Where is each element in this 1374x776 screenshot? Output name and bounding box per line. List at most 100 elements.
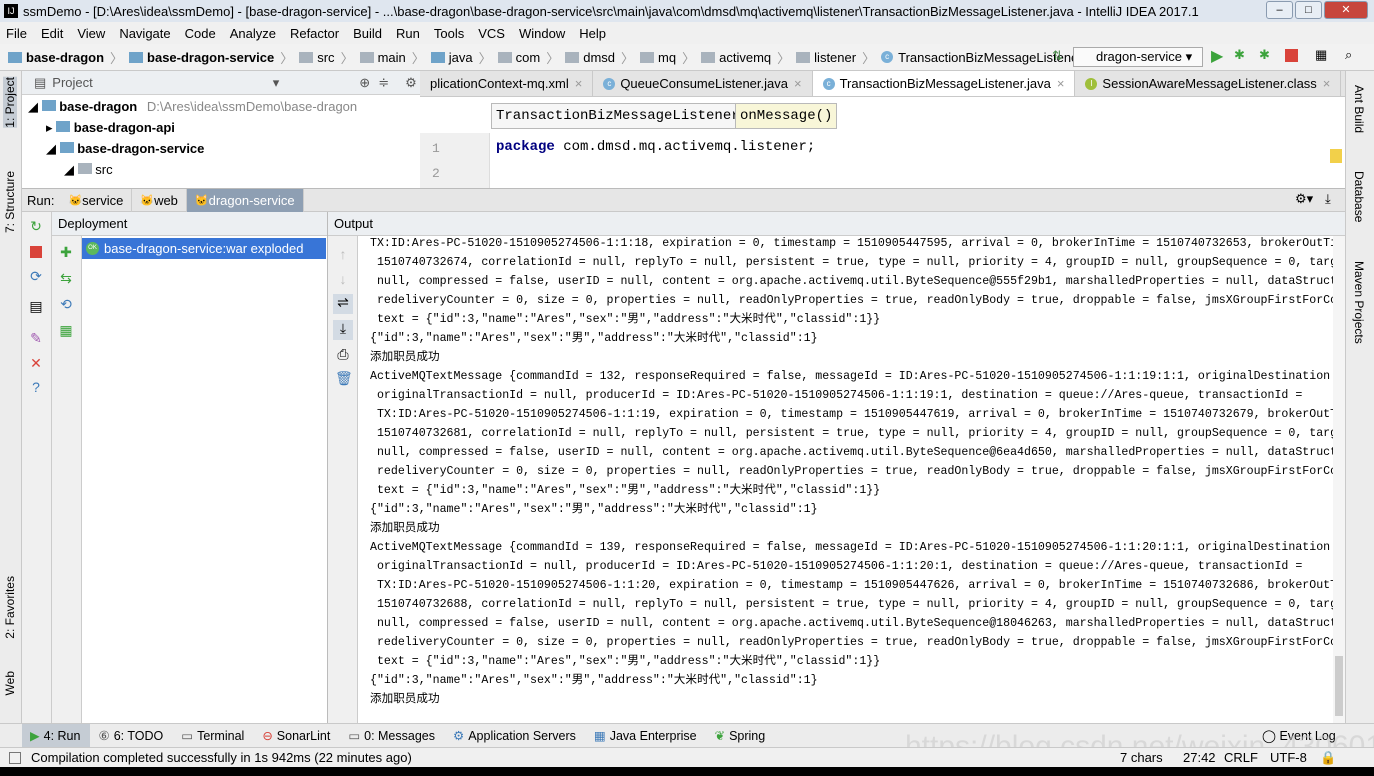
tool-tab-maven[interactable]: Maven Projects [1352, 261, 1366, 344]
soft-wrap-icon[interactable]: ⇌ [333, 294, 353, 314]
breadcrumb-item[interactable]: base-dragon 〉 [8, 48, 123, 67]
run-tab-web[interactable]: 🐱 web [132, 188, 187, 212]
run-tab-dragon-service[interactable]: 🐱 dragon-service [186, 188, 304, 212]
refresh-icon[interactable]: ⟲ [58, 296, 74, 312]
coverage-icon[interactable]: ✱ [1259, 47, 1270, 63]
menu-view[interactable]: View [77, 26, 105, 41]
stop-icon[interactable] [1285, 49, 1298, 62]
vcs-update-icon[interactable]: ⇅ [1052, 48, 1063, 64]
editor-tab[interactable]: c TransactionBizMessageListener.java × [812, 71, 1076, 96]
line-separator[interactable]: CRLF [1224, 748, 1258, 768]
close-button[interactable]: ✕ [1324, 1, 1368, 19]
undeploy-icon[interactable]: ⇆ [58, 270, 74, 286]
down-arrow-icon[interactable]: ↓ [335, 271, 351, 287]
breadcrumb-item[interactable]: dmsd 〉 [565, 48, 634, 67]
minimize-button[interactable]: – [1266, 1, 1293, 19]
console-output[interactable]: TX:ID:Ares-PC-51020-1510905274506-1:1:18… [370, 234, 1340, 723]
menu-help[interactable]: Help [579, 26, 606, 41]
run-tab-service[interactable]: 🐱 service [60, 188, 133, 212]
tool-tab-favorites[interactable]: 2: Favorites [3, 576, 17, 639]
bottom-tab[interactable]: ❦ Spring [707, 724, 776, 747]
tool-tab-web[interactable]: Web [3, 671, 17, 695]
debug-icon[interactable]: ✱ [1234, 47, 1245, 63]
breadcrumb-item[interactable]: com 〉 [497, 48, 559, 67]
tree-item-src[interactable]: ◢ src [64, 162, 113, 178]
update-icon[interactable]: ⟳ [28, 268, 44, 284]
menu-build[interactable]: Build [353, 26, 382, 41]
menu-edit[interactable]: Edit [41, 26, 63, 41]
menu-window[interactable]: Window [519, 26, 565, 41]
editor-tab[interactable]: I SessionAwareMessageListener.class × [1075, 71, 1342, 96]
bottom-tab[interactable]: ⑥ 6: TODO [90, 724, 173, 747]
breadcrumb-item[interactable]: mq 〉 [640, 48, 695, 67]
bottom-tab[interactable]: ▶ 4: Run [22, 724, 91, 747]
menu-analyze[interactable]: Analyze [230, 26, 276, 41]
tool-tab-ant-build[interactable]: Ant Build [1352, 85, 1366, 133]
clear-icon[interactable]: 🗑 [335, 370, 353, 386]
layout-icon[interactable]: ▤ [28, 298, 44, 314]
print-icon[interactable]: ⎙ [335, 346, 351, 362]
menu-run[interactable]: Run [396, 26, 420, 41]
breadcrumb-item[interactable]: base-dragon-service 〉 [129, 48, 293, 67]
tool-tab-project[interactable]: 1: Project [3, 77, 17, 128]
tree-item-base-dragon-service[interactable]: ◢ base-dragon-service [46, 141, 204, 157]
gear-icon[interactable]: ⚙ [405, 75, 417, 91]
close-tab-icon[interactable]: × [1323, 76, 1331, 91]
project-title[interactable]: Project [52, 75, 92, 90]
tool-tab-structure[interactable]: 7: Structure [3, 171, 17, 233]
breadcrumb-item[interactable]: listener 〉 [796, 48, 875, 67]
editor-crumb-class[interactable]: TransactionBizMessageListener [491, 103, 745, 129]
editor-tab[interactable]: c QueueConsumeListener.java × [593, 71, 813, 96]
scroll-to-end-icon[interactable]: ⤓ [333, 320, 353, 340]
run-icon[interactable]: ▶ [1211, 46, 1223, 66]
up-arrow-icon[interactable]: ↑ [335, 246, 351, 262]
menu-code[interactable]: Code [185, 26, 216, 41]
menu-vcs[interactable]: VCS [478, 26, 505, 41]
stop-icon[interactable] [30, 246, 42, 258]
tool-tab-database[interactable]: Database [1352, 171, 1366, 222]
deployment-item[interactable]: OK base-dragon-service:war exploded [82, 238, 326, 259]
help-icon[interactable]: ? [28, 379, 44, 395]
menu-refactor[interactable]: Refactor [290, 26, 339, 41]
menu-tools[interactable]: Tools [434, 26, 464, 41]
encoding[interactable]: UTF-8 [1270, 748, 1307, 768]
hide-panel-icon[interactable]: ⤓ [1325, 191, 1331, 207]
artifacts-icon[interactable]: ▦ [58, 322, 74, 338]
search-icon[interactable]: ⌕ [1345, 47, 1352, 63]
breadcrumb-item[interactable]: src 〉 [299, 48, 354, 67]
output-scrollbar[interactable] [1333, 236, 1345, 723]
tree-item-base-dragon[interactable]: ◢ base-dragon D:\Ares\idea\ssmDemo\base-… [28, 99, 357, 115]
editor-crumb-method[interactable]: onMessage() [735, 103, 838, 129]
cursor-position[interactable]: 27:42 [1183, 748, 1216, 768]
close-icon[interactable]: ✕ [28, 355, 44, 371]
close-tab-icon[interactable]: × [1057, 76, 1065, 91]
breadcrumb-item[interactable]: java 〉 [430, 48, 492, 67]
close-tab-icon[interactable]: × [575, 76, 583, 91]
inspection-marker[interactable] [1330, 149, 1342, 163]
bottom-tab[interactable]: ⚙ Application Servers [445, 724, 586, 747]
bottom-tab[interactable]: ▦ Java Enterprise [586, 724, 707, 747]
menu-navigate[interactable]: Navigate [119, 26, 170, 41]
breadcrumb-item[interactable]: cTransactionBizMessageListener〉 [881, 48, 1102, 67]
run-configuration-select[interactable]: dragon-service ▾ [1073, 47, 1203, 67]
collapse-icon[interactable]: ≑ [378, 75, 389, 91]
lock-icon[interactable]: 🔒 [1320, 748, 1336, 768]
close-tab-icon[interactable]: × [794, 76, 802, 91]
breadcrumb-item[interactable]: activemq 〉 [701, 48, 790, 67]
menu-file[interactable]: File [6, 26, 27, 41]
maximize-button[interactable]: □ [1295, 1, 1322, 19]
bottom-tab[interactable]: ⊖ SonarLint [254, 724, 340, 747]
pin-icon[interactable]: ✎ [28, 330, 44, 346]
deploy-icon[interactable]: ✚ [58, 244, 74, 260]
code-line-1[interactable]: package com.dmsd.mq.activemq.listener; [496, 139, 815, 155]
locate-icon[interactable]: ⊕ [359, 75, 370, 91]
project-structure-icon[interactable]: ▦ [1315, 47, 1327, 63]
breadcrumb-item[interactable]: main 〉 [359, 48, 425, 67]
tree-item-base-dragon-api[interactable]: ▸ base-dragon-api [46, 120, 175, 136]
bottom-tab[interactable]: ▭ 0: Messages [340, 724, 445, 747]
bottom-tab[interactable]: ▭ Terminal [173, 724, 254, 747]
dropdown-icon[interactable]: ▾ [273, 75, 280, 91]
rerun-icon[interactable]: ↻ [28, 218, 44, 234]
settings-icon[interactable]: ⚙▾ [1295, 191, 1313, 207]
status-toggle-icon[interactable] [9, 752, 21, 764]
